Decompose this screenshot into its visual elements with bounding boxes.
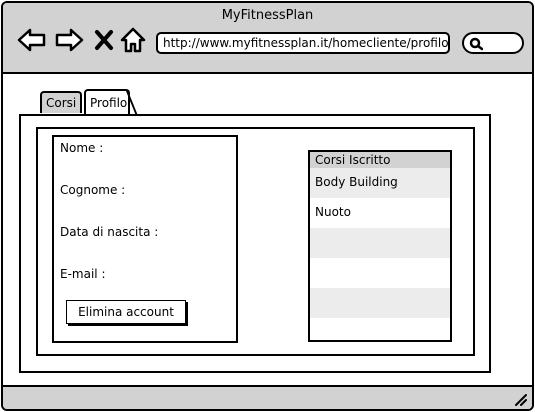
profile-container: Nome : Cognome : Data di nascita : E-mai…: [36, 127, 475, 356]
tab-corsi[interactable]: Corsi: [40, 91, 82, 113]
page-content: Corsi Profilo Nome : Cognome : Data di n…: [3, 76, 532, 387]
browser-window: MyFitnessPlan http://www.myfitnessplan.i…: [1, 1, 534, 411]
list-item[interactable]: Nuoto: [310, 198, 450, 228]
search-input[interactable]: [462, 32, 524, 54]
name-label: Nome :: [60, 141, 104, 155]
email-label: E-mail :: [60, 267, 106, 281]
list-item[interactable]: [310, 288, 450, 318]
list-header: Corsi Iscritto: [310, 152, 450, 168]
list-item[interactable]: [310, 258, 450, 288]
url-bar[interactable]: http://www.myfitnessplan.it/homecliente/…: [156, 32, 450, 54]
back-arrow-icon[interactable]: [17, 27, 47, 53]
forward-arrow-icon[interactable]: [54, 27, 84, 53]
surname-label: Cognome :: [60, 183, 126, 197]
list-item[interactable]: [310, 228, 450, 258]
window-title: MyFitnessPlan: [221, 8, 314, 23]
status-bar: [3, 385, 532, 409]
home-icon[interactable]: [120, 27, 146, 53]
delete-account-button[interactable]: Elimina account: [66, 300, 186, 324]
list-item[interactable]: Body Building: [310, 168, 450, 198]
title-bar: MyFitnessPlan http://www.myfitnessplan.i…: [3, 3, 532, 74]
resize-grip-icon[interactable]: [513, 392, 527, 406]
tab-panel: Nome : Cognome : Data di nascita : E-mai…: [19, 114, 491, 373]
enrolled-courses-list: Corsi Iscritto Body Building Nuoto: [308, 150, 452, 342]
birthdate-label: Data di nascita :: [60, 225, 159, 239]
profile-info-box: Nome : Cognome : Data di nascita : E-mai…: [52, 135, 238, 343]
search-icon: [469, 37, 483, 51]
close-x-icon[interactable]: [94, 27, 114, 53]
tab-profilo[interactable]: Profilo: [84, 89, 130, 115]
list-item[interactable]: [310, 318, 450, 348]
